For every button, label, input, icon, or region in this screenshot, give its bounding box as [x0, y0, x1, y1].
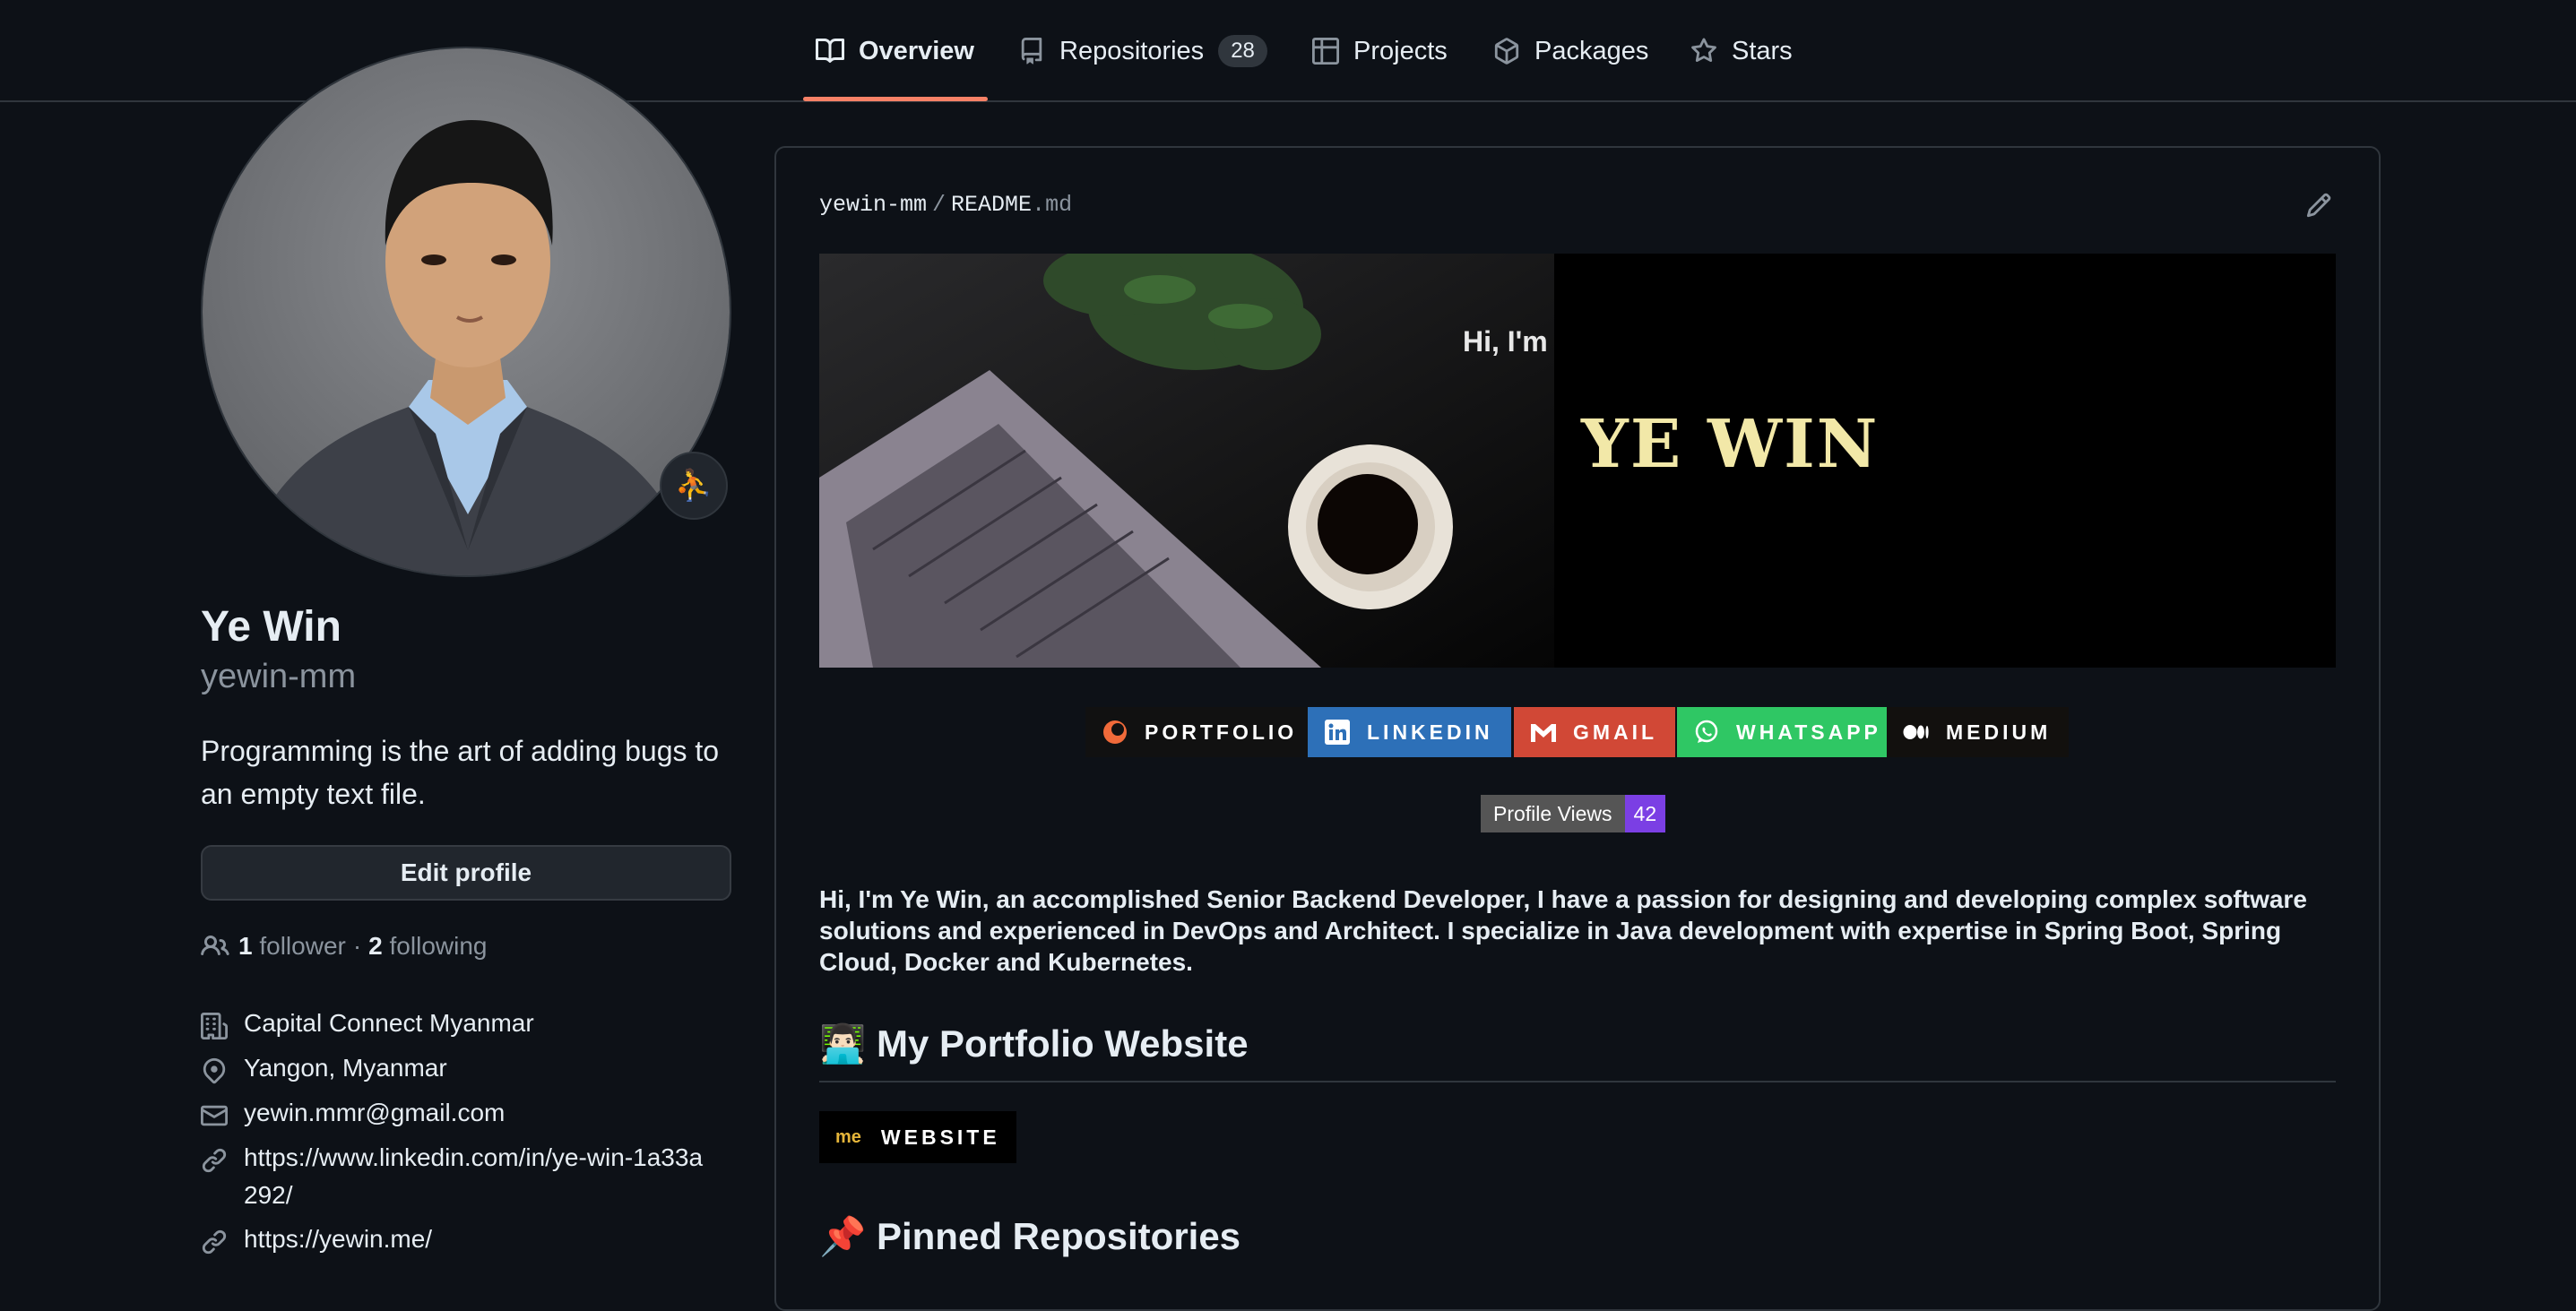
linkedin-badge[interactable]: LINKEDIN [1308, 707, 1511, 757]
edit-readme-button[interactable] [2305, 192, 2332, 219]
readme-banner-image: Hi, I'm YE WIN [819, 254, 2336, 668]
mail-icon [201, 1105, 228, 1126]
people-icon [201, 935, 229, 956]
tab-label: Packages [1534, 36, 1649, 65]
following-link[interactable]: 2 following [368, 932, 487, 961]
email-item[interactable]: yewin.mmr@gmail.com [201, 1094, 505, 1132]
medium-badge[interactable]: MEDIUM [1887, 707, 2070, 757]
website-badge[interactable]: me WEBSITE [819, 1111, 1016, 1163]
tab-label: Repositories [1059, 36, 1205, 65]
linkedin-item[interactable]: https://www.linkedin.com/in/ye-win-1a33a… [201, 1139, 703, 1214]
profile-username: yewin-mm [201, 658, 357, 695]
follow-stats: 1 follower · 2 following [201, 932, 487, 961]
edit-profile-button[interactable]: Edit profile [201, 845, 731, 901]
link-icon [202, 1229, 227, 1255]
profile-views-label: Profile Views [1481, 795, 1625, 832]
avatar[interactable] [201, 47, 731, 577]
profile-bio: Programming is the art of adding bugs to… [201, 735, 720, 810]
separator: · [352, 932, 362, 960]
linkedin-icon [1324, 719, 1351, 746]
set-status-button[interactable]: ⛹ [660, 452, 728, 520]
followers-link[interactable]: 1 follower [238, 932, 346, 961]
portfolio-section-heading: 👨🏻‍💻 My Portfolio Website [819, 1022, 1249, 1066]
tab-label: Projects [1353, 36, 1448, 65]
tab-stars[interactable]: Stars [1690, 0, 1793, 102]
badge-label: MEDIUM [1946, 720, 2052, 744]
badge-label: LINKEDIN [1367, 720, 1493, 744]
badge-label: GMAIL [1573, 720, 1658, 744]
readme-intro-paragraph: Hi, I'm Ye Win, an accomplished Senior B… [819, 885, 2307, 976]
company-text: Capital Connect Myanmar [244, 1009, 534, 1037]
pinned-section-heading: 📌 Pinned Repositories [819, 1215, 1240, 1259]
package-icon [1494, 38, 1519, 65]
profile-views-count: 42 [1624, 795, 1666, 832]
banner-title: YE WIN [1581, 406, 1880, 483]
tab-projects[interactable]: Projects [1312, 0, 1448, 102]
status-emoji-icon: ⛹ [674, 469, 713, 503]
table-icon [1312, 38, 1339, 65]
banner-greeting: Hi, I'm [1463, 325, 1548, 358]
badge-label: WEBSITE [880, 1125, 1000, 1149]
location-icon [203, 1057, 226, 1084]
tab-repositories[interactable]: Repositories 28 [1018, 0, 1267, 102]
path-separator: / [932, 192, 947, 218]
whatsapp-icon [1693, 719, 1720, 746]
gmail-badge[interactable]: GMAIL [1514, 707, 1676, 757]
star-icon [1691, 38, 1716, 63]
location-item: Yangon, Myanmar [201, 1049, 447, 1087]
tab-overview[interactable]: Overview [816, 0, 974, 102]
repo-icon [1021, 38, 1042, 65]
tab-label: Overview [859, 36, 974, 65]
me-logo-icon: me [835, 1126, 861, 1147]
website-url-link[interactable]: https://yewin.me/ [244, 1220, 432, 1258]
profile-name: Ye Win [201, 603, 341, 651]
gmail-icon [1530, 719, 1557, 746]
medium-icon [1903, 719, 1930, 746]
repositories-count-badge: 28 [1218, 35, 1267, 67]
link-icon [202, 1148, 227, 1173]
profile-views-badge: Profile Views 42 [1481, 795, 1666, 832]
heading-text: My Portfolio Website [876, 1022, 1249, 1065]
website-item[interactable]: https://yewin.me/ [201, 1220, 432, 1258]
book-icon [816, 38, 844, 63]
pushpin-emoji-icon: 📌 [819, 1215, 867, 1257]
organization-icon [201, 1013, 228, 1039]
readme-file-ext: .md [1032, 192, 1073, 218]
location-text: Yangon, Myanmar [244, 1054, 447, 1082]
linkedin-url-link[interactable]: https://www.linkedin.com/in/ye-win-1a33a… [244, 1139, 703, 1214]
portfolio-badge[interactable]: PORTFOLIO [1085, 707, 1316, 757]
section-divider [819, 1081, 2336, 1082]
active-tab-indicator [803, 97, 988, 101]
pencil-icon [2306, 193, 2331, 218]
company-item: Capital Connect Myanmar [201, 1005, 534, 1042]
tab-packages[interactable]: Packages [1493, 0, 1648, 102]
portfolio-icon [1102, 719, 1128, 746]
badge-label: PORTFOLIO [1145, 720, 1298, 744]
email-link[interactable]: yewin.mmr@gmail.com [244, 1094, 505, 1132]
badge-label: WHATSAPP [1736, 720, 1881, 744]
readme-file-name: README [951, 192, 1033, 218]
tab-label: Stars [1732, 36, 1793, 65]
whatsapp-badge[interactable]: WHATSAPP [1677, 707, 1899, 757]
technologist-emoji-icon: 👨🏻‍💻 [819, 1022, 867, 1065]
heading-text: Pinned Repositories [876, 1215, 1241, 1257]
readme-breadcrumb: yewin-mm / README.md [819, 192, 1072, 218]
readme-owner-link[interactable]: yewin-mm [819, 192, 927, 218]
